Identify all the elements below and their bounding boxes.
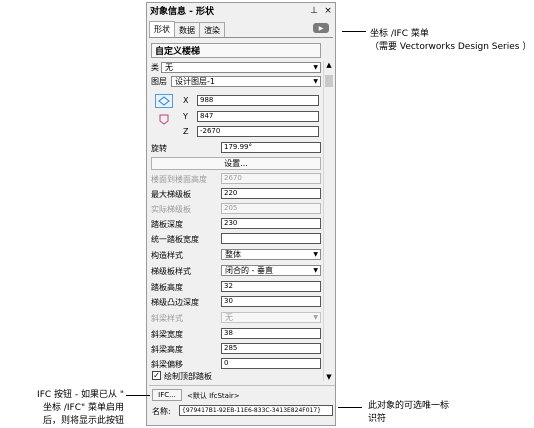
floor-height-field: 2670 (221, 173, 321, 184)
actual-riser-field: 205 (221, 203, 321, 214)
rotation-label: 旋转 (151, 144, 167, 153)
max-riser-label: 最大梯级板 (151, 190, 191, 199)
triangle-right-icon: ▶ (318, 24, 324, 32)
tab-shape-label: 形状 (154, 25, 170, 34)
dropdown-arrow-icon: ▼ (313, 64, 318, 71)
callout-ifc-button-line1: IFC 按钮 - 如果已从 " (37, 390, 124, 400)
object-type-title: 自定义楼梯 (151, 43, 321, 58)
layer-value: 设计图层-1 (175, 77, 215, 86)
max-riser-field[interactable]: 220 (221, 188, 321, 199)
dropdown-arrow-icon: ▼ (313, 267, 318, 274)
draw-top-tread-checkbox[interactable]: ✓ (152, 371, 161, 380)
rotation-field[interactable]: 179.99° (221, 142, 321, 153)
riser-style-value: 闭合的 - 垂直 (225, 266, 273, 275)
callout-ifc-menu-line1: 坐标 /IFC 菜单 (370, 29, 429, 39)
y-field[interactable]: 847 (197, 111, 319, 122)
x-field[interactable]: 988 (197, 95, 319, 106)
settings-button[interactable]: 设置... (151, 157, 321, 170)
ifc-type-text: <默认 IfcStair> (187, 392, 240, 400)
class-select[interactable]: 无 ▼ (161, 62, 321, 73)
riser-style-label: 梯级板样式 (151, 267, 191, 276)
stringer-style-value: 无 (225, 313, 233, 322)
nosing-depth-field[interactable]: 30 (221, 296, 321, 307)
layer-select[interactable]: 设计图层-1 ▼ (171, 76, 321, 87)
construction-style-select[interactable]: 整体 ▼ (221, 249, 321, 260)
callout-line-right (338, 407, 362, 408)
callout-unique-id: 此对象的可选唯一标 识符 (368, 398, 449, 424)
close-icon[interactable]: × (321, 6, 335, 16)
callout-ifc-button-line3: 后，则将显示此按钮 (42, 416, 124, 426)
stringer-offset-field[interactable]: 0 (221, 358, 321, 369)
stringer-height-field[interactable]: 285 (221, 343, 321, 354)
ifc-name-area: IFC... <默认 IfcStair> 名称: {979417B1-92EB-… (149, 385, 335, 420)
x-label: X (183, 96, 189, 105)
callout-ifc-menu-line2: （需要 Vectorworks Design Series ） (370, 42, 532, 52)
callout-ifc-button: IFC 按钮 - 如果已从 " 坐标 /IFC" 菜单启用 后，则将显示此按钮 (4, 387, 124, 426)
scroll-up-icon[interactable]: ▲ (324, 61, 334, 69)
tab-data[interactable]: 数据 (174, 22, 200, 37)
scrollbar-thumb[interactable] (325, 75, 333, 87)
palette-title: 对象信息 - 形状 (150, 7, 215, 17)
pin-icon[interactable]: ⊥ (307, 6, 321, 16)
construction-style-value: 整体 (225, 250, 241, 259)
palette-titlebar[interactable]: 对象信息 - 形状 ⊥ × (147, 3, 335, 18)
uniform-tread-width-label: 统一踏板宽度 (151, 235, 199, 244)
nosing-depth-label: 梯级凸边深度 (151, 298, 199, 307)
coordinates-ifc-menu-button[interactable]: ▶ (313, 23, 329, 33)
floor-height-label: 楼面到楼面高度 (151, 175, 207, 184)
stringer-style-select: 无 ▼ (221, 312, 321, 323)
tab-render-label: 渲染 (204, 25, 220, 35)
callout-ifc-button-line2: 坐标 /IFC" 菜单启用 (42, 403, 124, 413)
z-label: Z (183, 127, 189, 136)
tab-render[interactable]: 渲染 (199, 22, 225, 37)
z-field[interactable]: -2670 (197, 126, 319, 137)
stringer-width-field[interactable]: 38 (221, 328, 321, 339)
tread-thickness-field[interactable]: 32 (221, 281, 321, 292)
uniform-tread-width-field[interactable] (221, 233, 321, 244)
object-info-palette: 对象信息 - 形状 ⊥ × 形状 数据 渲染 ▶ 自定义楼梯 类 无 ▼ 图层 设… (146, 2, 336, 426)
stringer-width-label: 斜梁宽度 (151, 330, 183, 339)
dropdown-arrow-icon: ▼ (313, 78, 318, 85)
stringer-style-label: 斜梁样式 (151, 314, 183, 323)
riser-style-select[interactable]: 闭合的 - 垂直 ▼ (221, 265, 321, 276)
class-value: 无 (165, 63, 173, 72)
checkmark-icon: ✓ (153, 371, 160, 380)
ifc-button[interactable]: IFC... (152, 389, 182, 401)
position-icons (153, 94, 175, 130)
callout-line-left (126, 395, 150, 396)
y-label: Y (183, 112, 188, 121)
callout-ifc-menu: 坐标 /IFC 菜单 （需要 Vectorworks Design Series… (370, 26, 531, 52)
construction-style-label: 构造样式 (151, 251, 183, 260)
hybrid-view-icon[interactable] (157, 112, 171, 126)
dropdown-arrow-icon: ▼ (313, 251, 318, 258)
tab-data-label: 数据 (179, 25, 195, 35)
tab-bar: 形状 数据 渲染 ▶ (149, 21, 333, 38)
scroll-down-icon[interactable]: ▼ (324, 373, 334, 381)
draw-top-tread-label: 绘制顶部踏板 (164, 372, 212, 381)
actual-riser-label: 实际梯级板 (151, 205, 191, 214)
name-field[interactable]: {979417B1-92EB-11E6-833C-3413E824F017} (179, 405, 333, 416)
tab-shape[interactable]: 形状 (149, 21, 175, 37)
dropdown-arrow-icon: ▼ (313, 314, 318, 321)
tread-depth-field[interactable]: 230 (221, 218, 321, 229)
class-label: 类 (151, 63, 159, 72)
tread-depth-label: 踏板深度 (151, 220, 183, 229)
layer-label: 图层 (151, 77, 167, 86)
callout-line-top (342, 31, 366, 32)
bounding-box-anchor-icon[interactable] (155, 94, 173, 108)
tread-thickness-label: 踏板高度 (151, 283, 183, 292)
name-label: 名称: (152, 407, 171, 416)
callout-unique-id-line1: 此对象的可选唯一标 (368, 401, 450, 411)
callout-unique-id-line2: 识符 (368, 414, 387, 424)
stringer-offset-label: 斜梁偏移 (151, 360, 183, 369)
stringer-height-label: 斜梁高度 (151, 345, 183, 354)
vertical-scrollbar[interactable]: ▲ ▼ (323, 61, 334, 381)
